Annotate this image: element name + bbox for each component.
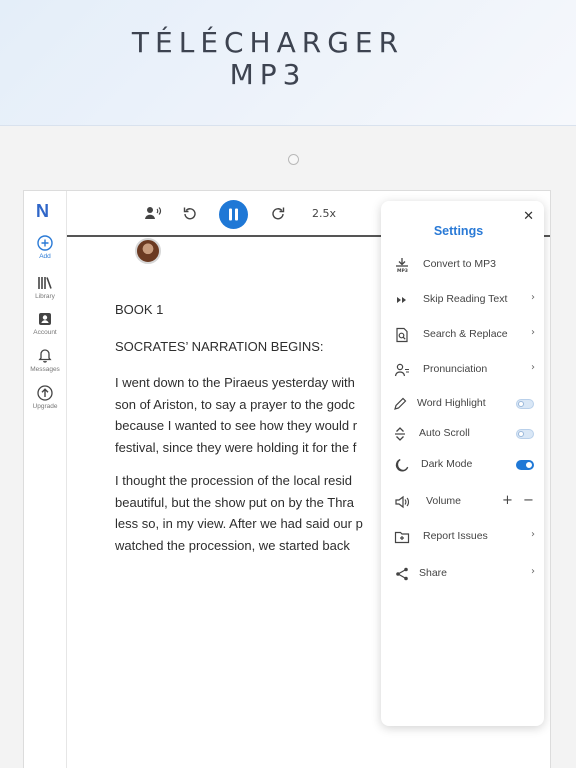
app-screen: N Add Library Account Messages Upgrade 2… — [23, 190, 551, 768]
share-label: Share — [419, 567, 448, 579]
camera-icon — [288, 154, 299, 165]
pencil-icon — [394, 397, 407, 410]
sidebar-item-library[interactable]: Library — [24, 275, 66, 300]
promo-banner: TÉLÉCHARGER MP3 — [0, 0, 576, 126]
word-highlight-toggle[interactable] — [516, 399, 534, 409]
pronunciation-label: Pronunciation — [423, 363, 488, 375]
plus-circle-icon — [37, 235, 53, 251]
sidebar-item-label: Upgrade — [32, 403, 58, 410]
sidebar-item-account[interactable]: Account — [24, 311, 66, 336]
svg-text:MP3: MP3 — [397, 268, 408, 273]
dark-mode-toggle[interactable] — [516, 460, 534, 470]
settings-title: Settings — [433, 224, 484, 238]
fast-forward-icon — [397, 297, 406, 303]
rewind-icon[interactable] — [182, 205, 198, 221]
banner-title-line1: TÉLÉCHARGER — [131, 26, 405, 59]
section-heading: SOCRATES’ NARRATION BEGINS: — [115, 338, 324, 354]
upgrade-icon — [37, 385, 53, 401]
search-replace-item[interactable]: Search & Replace › — [381, 324, 544, 346]
text-line: less so, in my view. After we had said o… — [115, 516, 363, 531]
library-icon — [38, 277, 52, 289]
text-line: watched the procession, we started back — [115, 537, 350, 553]
pronunciation-item[interactable]: Pronunciation › — [381, 359, 544, 381]
text-line: I thought the procession of the local re… — [115, 473, 353, 488]
auto-scroll-icon — [395, 427, 405, 441]
skip-reading-text-item[interactable]: Skip Reading Text › — [381, 289, 544, 311]
report-label: Report Issues — [423, 530, 488, 542]
sidebar-item-label: Library — [35, 293, 55, 300]
volume-up-button[interactable]: + — [502, 493, 513, 508]
paragraph: I went down to the Piraeus yesterday wit… — [115, 372, 415, 458]
volume-item: Volume + − — [381, 491, 544, 513]
toggle-knob — [518, 401, 524, 407]
settings-panel: ✕ Settings MP3 Convert to MP3 Skip Readi… — [381, 201, 544, 726]
voice-icon[interactable] — [144, 205, 162, 221]
sidebar: N Add Library Account Messages Upgrade — [24, 191, 67, 768]
auto-scroll-label: Auto Scroll — [419, 427, 470, 439]
share-icon — [396, 567, 408, 581]
convert-label: Convert to MP3 — [423, 258, 496, 270]
word-highlight-label: Word Highlight — [417, 397, 486, 409]
sidebar-item-messages[interactable]: Messages — [24, 348, 66, 373]
auto-scroll-item[interactable]: Auto Scroll — [381, 423, 544, 445]
moon-icon — [395, 458, 409, 472]
search-label: Search & Replace — [423, 328, 508, 340]
chevron-right-icon: › — [531, 566, 535, 577]
paragraph: I thought the procession of the local re… — [115, 470, 415, 556]
text-line: beautiful, but the show put on by the Th… — [115, 494, 354, 510]
pronunciation-icon — [394, 363, 409, 377]
chevron-right-icon: › — [531, 292, 535, 303]
report-folder-icon — [394, 531, 410, 544]
book-heading: BOOK 1 — [115, 302, 164, 317]
volume-label: Volume — [426, 495, 462, 507]
chevron-right-icon: › — [531, 362, 535, 373]
chevron-right-icon: › — [531, 529, 535, 540]
app-logo: N — [36, 201, 49, 221]
dark-mode-label: Dark Mode — [421, 458, 473, 470]
bell-icon — [38, 349, 52, 363]
banner-title-line2: MP3 — [229, 58, 307, 91]
avatar[interactable] — [135, 238, 161, 264]
playback-speed[interactable]: 2.5x — [312, 207, 336, 220]
sidebar-item-label: Messages — [30, 366, 60, 373]
report-issues-item[interactable]: Report Issues › — [381, 526, 544, 548]
volume-down-button[interactable]: − — [523, 493, 534, 508]
text-line: because I wanted to see how they would r — [115, 418, 358, 433]
word-highlight-item[interactable]: Word Highlight — [381, 393, 544, 415]
search-document-icon — [396, 327, 408, 343]
toggle-knob — [518, 431, 524, 437]
forward-icon[interactable] — [270, 205, 286, 221]
speaker-icon — [395, 495, 410, 509]
account-icon — [39, 313, 51, 325]
close-icon[interactable]: ✕ — [523, 209, 534, 224]
tablet-frame: N Add Library Account Messages Upgrade 2… — [0, 126, 576, 768]
pause-icon — [229, 208, 238, 221]
text-line: son of Ariston, to say a prayer to the g… — [115, 396, 355, 412]
sidebar-item-add[interactable]: Add — [24, 235, 66, 260]
download-mp3-icon: MP3 — [396, 258, 408, 273]
chevron-right-icon: › — [531, 327, 535, 338]
text-line: festival, since they were holding it for… — [115, 439, 357, 455]
skip-label: Skip Reading Text — [423, 293, 508, 305]
sidebar-item-label: Add — [39, 253, 51, 260]
sidebar-item-label: Account — [33, 329, 57, 336]
text-line: I went down to the Piraeus yesterday wit… — [115, 375, 355, 390]
dark-mode-item[interactable]: Dark Mode — [381, 454, 544, 476]
pause-button[interactable] — [219, 200, 248, 229]
sidebar-item-upgrade[interactable]: Upgrade — [24, 385, 66, 410]
share-item[interactable]: Share › — [381, 563, 544, 585]
convert-to-mp3-item[interactable]: MP3 Convert to MP3 — [381, 254, 544, 276]
toggle-knob — [526, 462, 532, 468]
reading-text: BOOK 1 SOCRATES’ NARRATION BEGINS: I wen… — [115, 299, 415, 571]
auto-scroll-toggle[interactable] — [516, 429, 534, 439]
